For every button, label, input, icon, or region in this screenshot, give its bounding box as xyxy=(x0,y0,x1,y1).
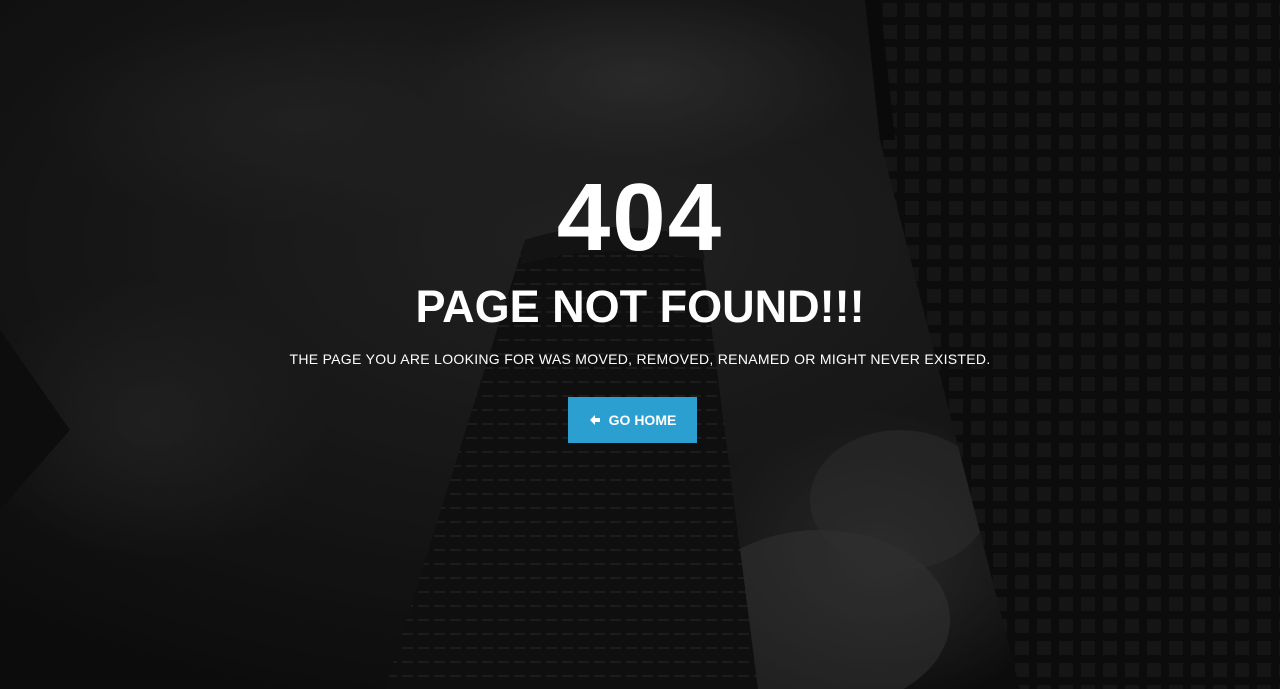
error-content: 404 PAGE NOT FOUND!!! THE PAGE YOU ARE L… xyxy=(0,0,1280,689)
error-code: 404 xyxy=(556,164,724,271)
error-message: THE PAGE YOU ARE LOOKING FOR WAS MOVED, … xyxy=(289,351,991,367)
arrow-left-icon xyxy=(589,414,601,426)
go-home-label: GO HOME xyxy=(608,412,677,428)
error-title: PAGE NOT FOUND!!! xyxy=(415,281,865,332)
error-page: 404 PAGE NOT FOUND!!! THE PAGE YOU ARE L… xyxy=(0,0,1280,689)
go-home-button[interactable]: GO HOME xyxy=(568,397,697,443)
